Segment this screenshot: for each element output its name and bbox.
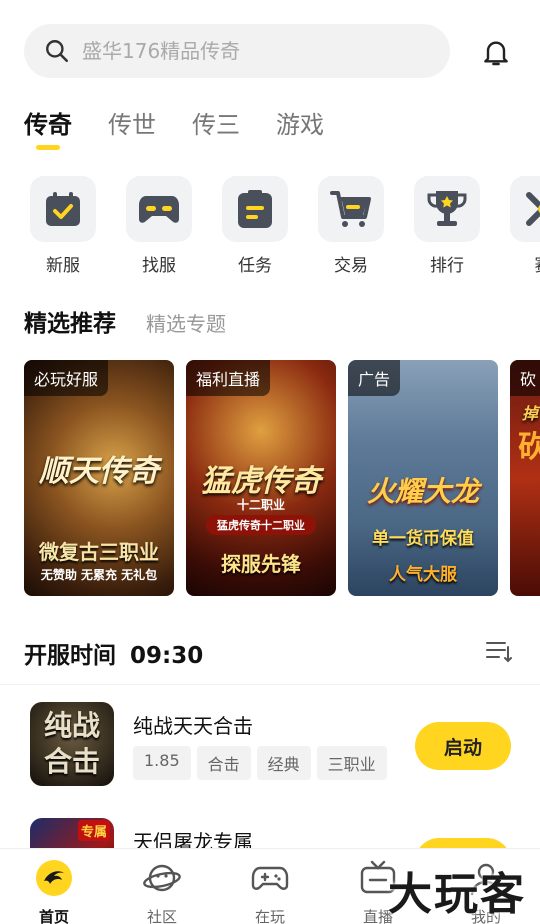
card-banner: 微复古三职业 — [39, 540, 159, 564]
quick-new-server[interactable]: 新服 — [30, 176, 96, 276]
list-filter-icon[interactable] — [486, 640, 512, 664]
quick-label: 新服 — [46, 256, 80, 276]
featured-card[interactable]: 广告 火耀大龙 单一货币保值 人气大服 — [348, 360, 498, 596]
card-banner: 探服先锋 — [221, 552, 301, 576]
divider — [0, 684, 540, 685]
card-title: 猛虎传奇 — [201, 464, 321, 499]
server-list-item[interactable]: 纯战合击 纯战天天合击 1.85 合击 经典 三职业 启动 — [0, 702, 540, 802]
quick-match[interactable]: 赛 — [510, 176, 540, 276]
tab-chuansan[interactable]: 传三 — [192, 105, 240, 149]
thumbnail-text: 专属 — [77, 820, 110, 841]
nav-label: 首页 — [38, 908, 69, 924]
gamepad-icon — [139, 196, 179, 223]
trophy-icon — [427, 191, 467, 226]
nav-home[interactable]: 首页 — [19, 859, 89, 924]
card-title: 掉 — [521, 404, 538, 423]
tab-chuanqi[interactable]: 传奇 — [24, 105, 72, 150]
game-thumbnail: 纯战合击 — [30, 702, 114, 786]
featured-card[interactable]: 砍 掉 砍 — [510, 360, 540, 596]
calendar-check-icon — [46, 192, 80, 226]
bell-icon[interactable] — [480, 36, 512, 68]
quick-label: 任务 — [238, 256, 272, 276]
game-tag: 合击 — [196, 746, 251, 780]
featured-card[interactable]: 福利直播 猛虎传奇 十二职业 猛虎传奇十二职业 探服先锋 — [186, 360, 336, 596]
search-bar[interactable] — [24, 24, 450, 78]
search-icon — [46, 40, 69, 63]
tab-chuanshi[interactable]: 传世 — [108, 105, 156, 149]
card-tag: 广告 — [348, 360, 401, 396]
card-banner: 单一货币保值 — [372, 529, 474, 549]
card-badge: 猛虎传奇十二职业 — [206, 515, 316, 535]
card-note: 无赞助 无累充 无礼包 — [40, 568, 158, 582]
tab-games[interactable]: 游戏 — [276, 105, 324, 149]
nav-community[interactable]: 社区 — [127, 859, 197, 924]
card-tag: 福利直播 — [186, 360, 271, 396]
game-tag: 1.85 — [133, 746, 191, 780]
section-header: 精选推荐 精选专题 — [24, 304, 226, 338]
quick-tasks[interactable]: 任务 — [222, 176, 288, 276]
card-tag: 必玩好服 — [24, 360, 109, 396]
nav-label: 在玩 — [254, 908, 285, 924]
thumbnail-text: 纯战合击 — [43, 709, 100, 778]
task-list-icon — [238, 190, 272, 228]
quick-label: 赛 — [510, 251, 540, 276]
search-input[interactable] — [82, 39, 402, 63]
quick-label: 排行 — [430, 256, 464, 276]
category-tabs: 传奇 传世 传三 游戏 — [24, 105, 360, 150]
nav-playing[interactable]: 在玩 — [235, 859, 305, 924]
card-banner: 砍 — [518, 430, 540, 465]
home-logo-icon — [36, 860, 72, 896]
game-tag: 三职业 — [316, 746, 387, 780]
server-time-value: 09:30 — [130, 643, 204, 669]
game-tag: 经典 — [256, 746, 311, 780]
match-icon — [526, 192, 540, 226]
quick-ranking[interactable]: 排行 — [414, 176, 480, 276]
quick-entries: 新服 找服 任务 交易 排行 赛 — [30, 176, 540, 276]
quick-find-server[interactable]: 找服 — [126, 176, 192, 276]
game-name: 纯战天天合击 — [133, 714, 253, 738]
nav-label: 社区 — [146, 908, 177, 924]
server-time-label: 开服时间 — [24, 643, 116, 669]
cart-icon — [330, 191, 371, 227]
server-time-header: 开服时间 09:30 — [24, 636, 203, 670]
card-note: 人气大服 — [389, 565, 457, 585]
card-subtitle: 十二职业 — [236, 498, 285, 512]
quick-label: 交易 — [334, 256, 368, 276]
quick-trade[interactable]: 交易 — [318, 176, 384, 276]
quick-label: 找服 — [142, 256, 176, 276]
planet-icon — [143, 864, 181, 892]
section-tab-featured[interactable]: 精选推荐 — [24, 304, 116, 338]
section-tab-topics[interactable]: 精选专题 — [146, 308, 226, 337]
watermark-logo: 大玩客 — [388, 869, 526, 920]
card-tag: 砍 — [510, 360, 540, 396]
launch-button[interactable]: 启动 — [415, 722, 511, 770]
featured-carousel: 必玩好服 顺天传奇 微复古三职业 无赞助 无累充 无礼包 福利直播 猛虎传奇 十… — [24, 360, 540, 596]
game-tags: 1.85 合击 经典 三职业 — [133, 746, 393, 780]
gamepad-icon — [251, 866, 289, 890]
featured-card[interactable]: 必玩好服 顺天传奇 微复古三职业 无赞助 无累充 无礼包 — [24, 360, 174, 596]
card-title: 顺天传奇 — [39, 454, 159, 489]
card-title: 火耀大龙 — [366, 475, 479, 508]
